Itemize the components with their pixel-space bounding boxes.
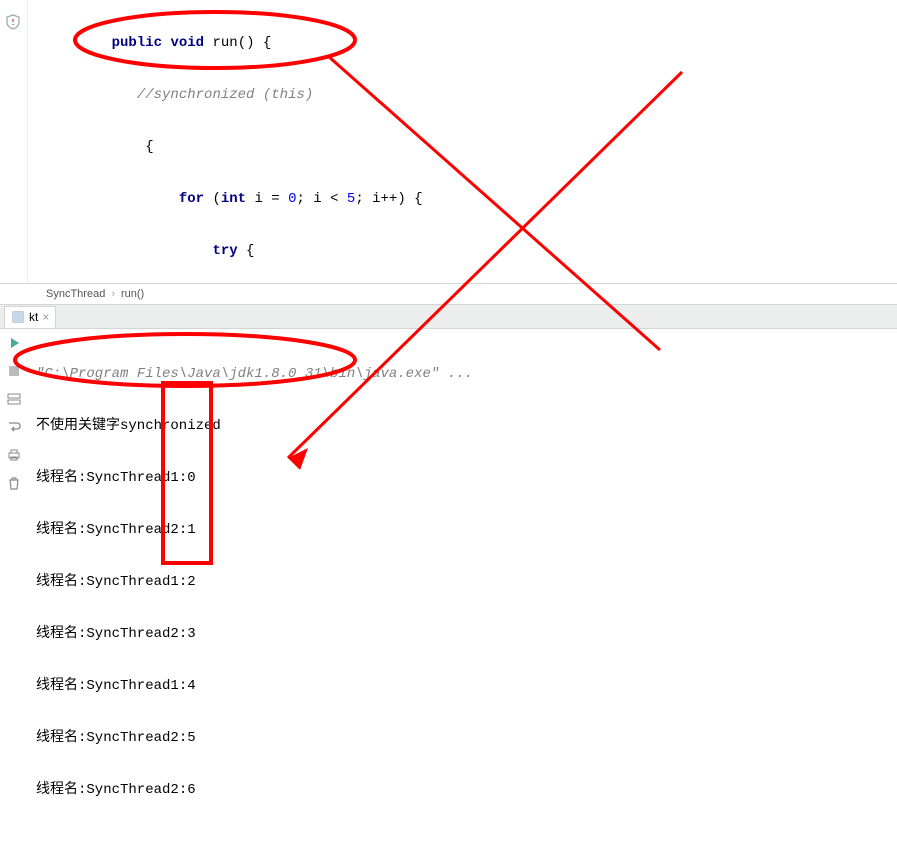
stop-icon[interactable] xyxy=(6,363,22,379)
keyword: try xyxy=(212,243,237,259)
run-tab-strip: kt × xyxy=(0,305,897,329)
code-text: () { xyxy=(238,35,272,51)
console-line: 线程名:SyncThread2:5 xyxy=(36,725,889,751)
console-output[interactable]: "C:\Program Files\Java\jdk1.8.0_31\bin\j… xyxy=(28,329,897,579)
code-line[interactable]: try { xyxy=(36,238,889,264)
code-line[interactable]: //synchronized (this) xyxy=(36,82,889,108)
console-panel: "C:\Program Files\Java\jdk1.8.0_31\bin\j… xyxy=(0,329,897,579)
close-icon[interactable]: × xyxy=(42,310,49,324)
run-tab[interactable]: kt × xyxy=(4,306,56,328)
shield-icon xyxy=(5,14,21,30)
console-line: 线程名:SyncThread2:3 xyxy=(36,621,889,647)
keyword: public xyxy=(112,35,162,51)
comment: //synchronized (this) xyxy=(137,87,313,103)
kotlin-file-icon xyxy=(11,310,25,324)
layout-icon[interactable] xyxy=(6,391,22,407)
code-text: i = xyxy=(246,191,288,207)
keyword: for xyxy=(179,191,204,207)
console-command: "C:\Program Files\Java\jdk1.8.0_31\bin\j… xyxy=(36,361,889,387)
console-gutter xyxy=(0,329,28,579)
soft-wrap-icon[interactable] xyxy=(6,419,22,435)
editor-gutter xyxy=(0,0,28,283)
breadcrumb[interactable]: SyncThread › run() xyxy=(0,283,897,305)
code-line[interactable]: for (int i = 0; i < 5; i++) { xyxy=(36,186,889,212)
code-text: ; i++) { xyxy=(355,191,422,207)
console-line: 线程名:SyncThread2:1 xyxy=(36,517,889,543)
code-editor[interactable]: public void run() { //synchronized (this… xyxy=(0,0,897,283)
code-text: ; i < xyxy=(297,191,347,207)
code-text: { xyxy=(238,243,255,259)
code-area[interactable]: public void run() { //synchronized (this… xyxy=(28,0,897,283)
breadcrumb-item[interactable]: SyncThread xyxy=(40,288,111,300)
code-text: { xyxy=(145,139,153,155)
console-line: 线程名:SyncThread1:4 xyxy=(36,673,889,699)
code-line[interactable]: { xyxy=(36,134,889,160)
print-icon[interactable] xyxy=(6,447,22,463)
code-line[interactable]: public void run() { xyxy=(36,30,889,56)
keyword: void xyxy=(170,35,204,51)
tab-label: kt xyxy=(29,310,38,324)
console-line: 线程名:SyncThread1:2 xyxy=(36,569,889,595)
console-line: 线程名:SyncThread2:6 xyxy=(36,777,889,803)
keyword: int xyxy=(221,191,246,207)
method-name: run xyxy=(212,35,237,51)
console-line: 不使用关键字synchronized xyxy=(36,413,889,439)
rerun-icon[interactable] xyxy=(6,335,22,351)
number-literal: 0 xyxy=(288,191,296,207)
trash-icon[interactable] xyxy=(6,475,22,491)
console-line: 线程名:SyncThread1:0 xyxy=(36,465,889,491)
breadcrumb-item[interactable]: run() xyxy=(115,288,150,300)
